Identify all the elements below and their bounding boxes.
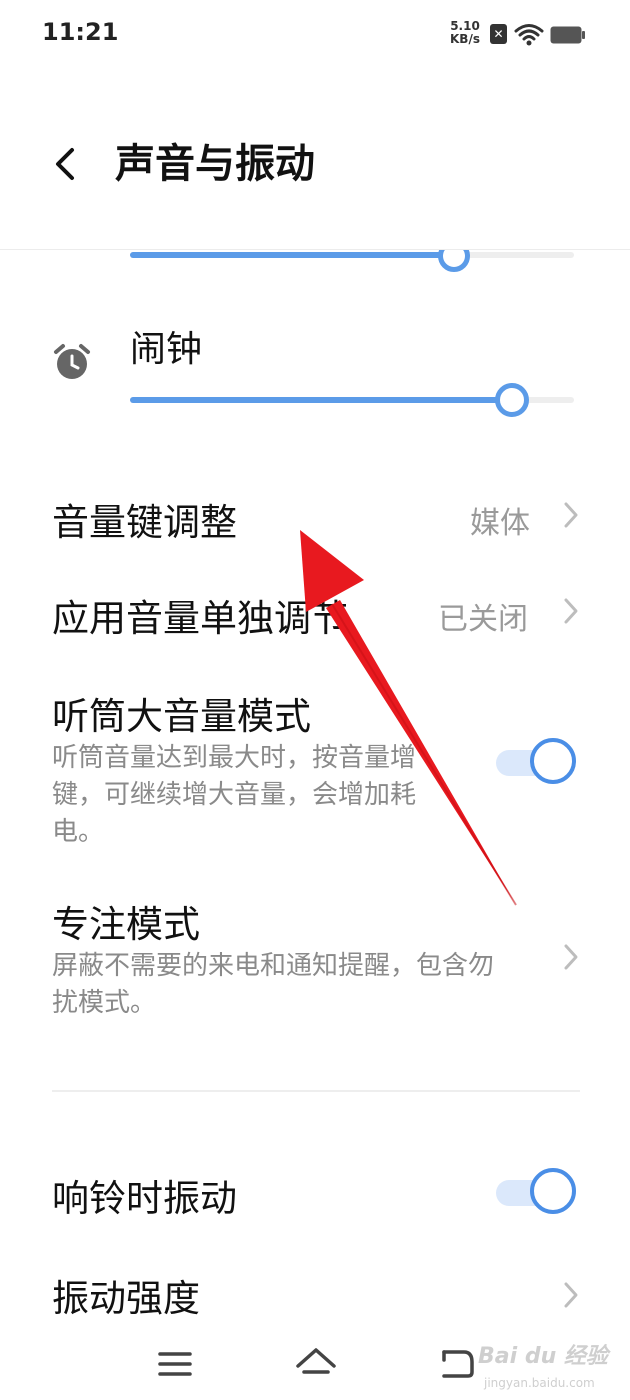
red-annotation-arrow-icon [300, 530, 517, 906]
row-title: 专注模式 [52, 903, 200, 946]
alarm-label: 闹钟 [130, 329, 203, 370]
back-arrow-icon[interactable] [436, 1346, 476, 1382]
chevron-left-icon[interactable] [44, 140, 88, 188]
row-title: 振动强度 [52, 1277, 200, 1320]
toggle-knob [530, 738, 576, 784]
menu-icon[interactable] [158, 1350, 192, 1378]
row-title: 听筒大音量模式 [52, 695, 311, 738]
network-speed-unit: KB/s [450, 32, 480, 46]
chevron-right-icon [564, 502, 578, 528]
sim-disabled-icon: ✕ [490, 24, 507, 44]
row-title: 响铃时振动 [52, 1177, 237, 1220]
slider-thumb[interactable] [495, 383, 529, 417]
row-description: 屏蔽不需要的来电和通知提醒，包含勿扰模式。 [52, 951, 495, 1018]
chevron-right-icon [564, 944, 578, 970]
toggle-knob [530, 1168, 576, 1214]
vibration-strength-row[interactable]: 振动强度 [0, 1260, 630, 1330]
slider-fill [130, 252, 454, 258]
alarm-clock-icon [54, 344, 90, 379]
chevron-right-icon [564, 1282, 578, 1308]
watermark-text: Bai du 经验 [478, 1344, 608, 1369]
status-bar: 11:21 5.10 KB/s ✕ [0, 0, 630, 70]
home-icon[interactable] [294, 1344, 338, 1384]
alarm-volume-row: 闹钟 [0, 300, 630, 440]
chevron-right-icon [564, 598, 578, 624]
network-speed: 5.10 KB/s [447, 20, 483, 46]
alarm-volume-slider[interactable] [130, 382, 574, 418]
row-title: 音量键调整 [52, 501, 237, 544]
page-title: 声音与振动 [115, 141, 315, 187]
wifi-icon [514, 24, 544, 46]
baidu-jingyan-watermark: Bai du 经验 jingyan.baidu.com [478, 1330, 628, 1400]
battery-icon [550, 26, 585, 44]
section-divider [52, 1090, 580, 1092]
slider-fill [130, 397, 512, 403]
status-time: 11:21 [42, 18, 119, 46]
app-header: 声音与振动 [0, 70, 630, 250]
watermark-url: jingyan.baidu.com [484, 1376, 595, 1390]
vibrate-on-ring-row: 响铃时振动 [0, 1160, 630, 1230]
vibrate-on-ring-toggle[interactable] [496, 1168, 580, 1216]
